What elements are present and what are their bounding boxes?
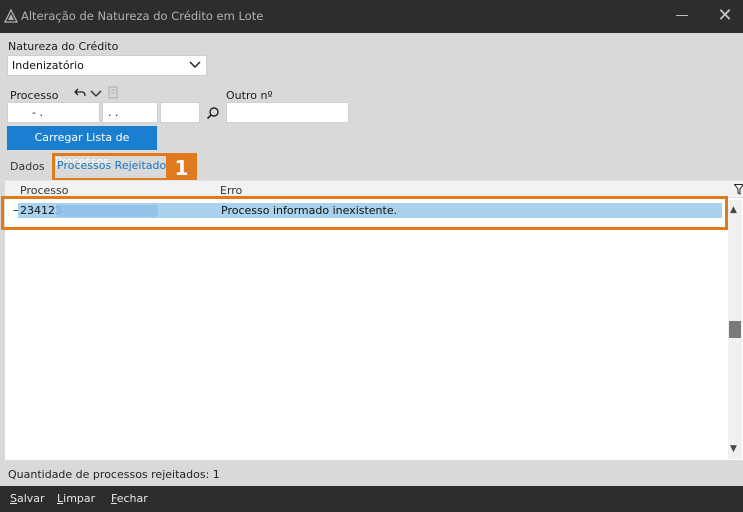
window-title: Alteração de Natureza do Crédito em Lote (21, 9, 264, 23)
undo-icon[interactable] (73, 86, 87, 100)
outro-input[interactable] (226, 102, 349, 123)
close-label-rest: echar (116, 492, 148, 505)
scrollbar-thumb[interactable] (729, 321, 741, 338)
load-processes-button[interactable]: Carregar Lista de Processos (7, 126, 157, 168)
app-logo-icon (4, 9, 18, 23)
processo-input-3[interactable] (160, 102, 200, 123)
processo-mask-1: - . (32, 106, 43, 119)
minimize-button[interactable] (676, 15, 688, 16)
title-bar: Alteração de Natureza do Crédito em Lote… (0, 0, 743, 33)
scroll-up-icon[interactable]: ▲ (730, 205, 737, 215)
status-text: Quantidade de processos rejeitados: 1 (8, 468, 220, 481)
close-button[interactable]: ✕ (715, 6, 735, 26)
save-button[interactable]: Salvar (10, 492, 45, 505)
scroll-down-icon[interactable]: ▼ (730, 444, 737, 454)
callout-highlight-row (1, 196, 728, 230)
natureza-select[interactable]: Indenizatório (7, 55, 207, 76)
clear-button[interactable]: Limpar (57, 492, 95, 505)
vertical-scrollbar[interactable]: ▲ ▼ (728, 200, 742, 459)
document-icon[interactable] (106, 86, 120, 100)
filter-icon[interactable] (734, 184, 743, 195)
tab-dados[interactable]: Dados (10, 160, 45, 173)
save-accel: S (10, 492, 17, 505)
processo-label: Processo (10, 89, 59, 102)
close-action-button[interactable]: Fechar (111, 492, 148, 505)
chevron-down-icon[interactable] (89, 86, 103, 100)
clear-label-rest: impar (63, 492, 96, 505)
chevron-down-icon (189, 61, 201, 69)
processo-input-1[interactable]: - . (7, 102, 100, 123)
natureza-value: Indenizatório (12, 59, 84, 72)
processo-mask-2: . . (108, 106, 119, 119)
callout-highlight-tab (52, 153, 169, 181)
bottom-action-bar: Salvar Limpar Fechar (0, 486, 743, 512)
outro-label: Outro nº (226, 89, 273, 102)
natureza-label: Natureza do Crédito (8, 40, 119, 53)
save-label-rest: alvar (16, 492, 45, 505)
processo-input-2[interactable]: . . (102, 102, 158, 123)
search-icon[interactable] (206, 106, 220, 120)
